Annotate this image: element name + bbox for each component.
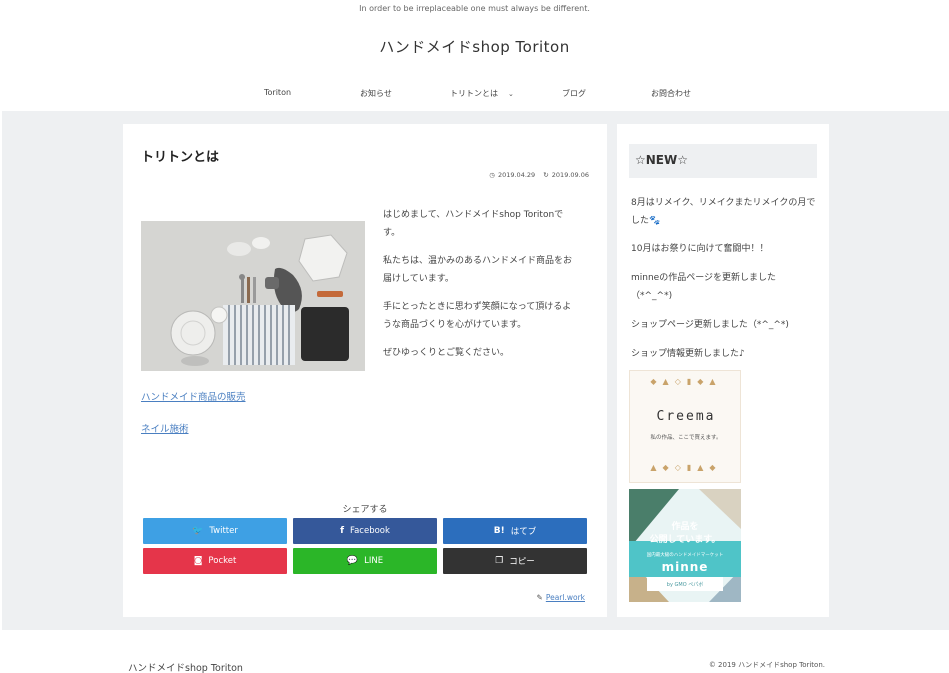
share-pocket-button[interactable]: ◙ Pocket (143, 548, 287, 574)
nav-item-blog[interactable]: ブログ (562, 88, 586, 99)
pencil-icon: ✎ (536, 593, 543, 602)
updated-date: 2019.09.06 (551, 171, 589, 179)
sidebar-heading: ☆NEW☆ (629, 144, 817, 178)
creema-tagline: 私の作品、ここで買えます。 (650, 435, 722, 441)
share-line-button[interactable]: 💬 LINE (293, 548, 437, 574)
minne-banner[interactable]: 作品を 公開しています。 国内最大級のハンドメイドマーケット minne by … (629, 489, 741, 602)
chevron-down-icon: ⌄ (508, 90, 514, 98)
creema-banner[interactable]: ◆▲◇▮◆▲ Creema 私の作品、ここで買えます。 ▲◆◇▮▲◆ (629, 370, 741, 483)
pocket-icon: ◙ (193, 556, 203, 566)
share-hatena-button[interactable]: B! はてブ (443, 518, 587, 544)
main-article: トリトンとは ◷ 2019.04.29 ↻ 2019.09.06 はじめまして、… (123, 124, 607, 617)
minne-by: by GMO ペパボ (666, 582, 704, 588)
update-icon: ↻ (543, 171, 549, 179)
link-handmade-sales[interactable]: ハンドメイド商品の販売 (141, 389, 246, 403)
creema-bottom-icons: ▲◆◇▮▲◆ (650, 463, 722, 472)
news-item: 8月はリメイク、リメイクまたリメイクの月でした🐾 (631, 198, 816, 226)
nav-item-toriton[interactable]: Toriton (264, 88, 291, 97)
share-facebook-button[interactable]: f Facebook (293, 518, 437, 544)
nav-item-news[interactable]: お知らせ (360, 88, 392, 99)
link-nail[interactable]: ネイル施術 (141, 421, 189, 435)
share-copy-button[interactable]: ❐ コピー (443, 548, 587, 574)
article-title: トリトンとは (141, 150, 220, 165)
posted-date: 2019.04.29 (497, 171, 536, 179)
twitter-icon: 🐦 (192, 526, 204, 536)
minne-logo: minne (661, 560, 709, 574)
nav-item-about[interactable]: トリトンとは ⌄ (450, 88, 514, 99)
news-item: ショップ情報更新しました♪ (631, 349, 745, 359)
minne-line1: 作品を (671, 522, 699, 532)
intro-text: はじめまして、ハンドメイドshop Toritonです。 私たちは、温かみのある… (383, 206, 573, 372)
global-nav: Toriton お知らせ トリトンとは ⌄ ブログ お問合わせ (228, 88, 718, 100)
footer-site-name[interactable]: ハンドメイドshop Toriton (128, 660, 243, 673)
share-twitter-button[interactable]: 🐦 Twitter (143, 518, 287, 544)
creema-logo: Creema (656, 409, 716, 424)
minne-line2: 公開しています。 (649, 535, 721, 545)
news-item: ショップページ更新しました（*^_^*) (631, 320, 789, 330)
intro-paragraph: はじめまして、ハンドメイドshop Toritonです。 (383, 210, 564, 238)
hatena-icon: B! (493, 526, 505, 536)
news-item: minneの作品ページを更新しました（*^_^*) (631, 273, 777, 301)
intro-paragraph: ぜひゆっくりとご覧ください。 (383, 348, 510, 358)
intro-paragraph: 私たちは、温かみのあるハンドメイド商品をお届けしています。 (383, 256, 573, 284)
article-dates: ◷ 2019.04.29 ↻ 2019.09.06 (483, 171, 589, 179)
share-title: シェアする (342, 505, 388, 515)
footer-copyright: © 2019 ハンドメイドshop Toriton. (708, 661, 825, 669)
nav-item-contact[interactable]: お問合わせ (651, 88, 691, 99)
line-icon: 💬 (346, 556, 359, 566)
intro-paragraph: 手にとったときに思わず笑顔になって頂けるような商品づくりを心がけています。 (383, 302, 572, 330)
news-item: 10月はお祭りに向けて奮闘中！！ (631, 244, 769, 254)
article-image (141, 221, 365, 371)
sidebar: ☆NEW☆ 8月はリメイク、リメイクまたリメイクの月でした🐾 10月はお祭りに向… (617, 124, 829, 617)
tagline: In order to be irreplaceable one must al… (359, 4, 590, 13)
clock-icon: ◷ (489, 171, 495, 179)
site-title[interactable]: ハンドメイドshop Toriton (0, 36, 949, 57)
facebook-icon: f (340, 526, 344, 536)
minne-small: 国内最大級のハンドメイドマーケット (646, 553, 724, 558)
creema-top-icons: ◆▲◇▮◆▲ (650, 377, 722, 386)
author-link[interactable]: ✎ Pearl.work (537, 593, 585, 602)
emoji-icon: 🐾 (649, 216, 661, 226)
copy-icon: ❐ (495, 556, 504, 566)
